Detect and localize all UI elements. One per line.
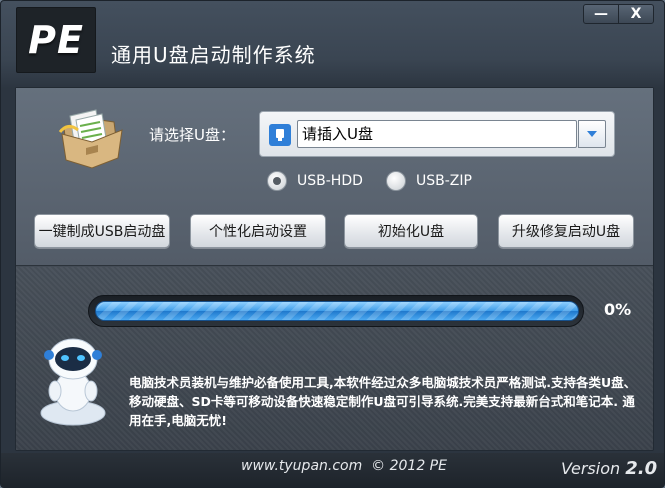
radio-usb-zip-label: USB-ZIP	[416, 173, 472, 189]
chevron-down-icon[interactable]	[578, 120, 606, 148]
title-bar[interactable]: PE 通用U盘启动制作系统 — X	[1, 1, 664, 81]
radio-usb-hdd[interactable]: USB-HDD	[267, 171, 363, 191]
progress-percent: 0%	[604, 300, 632, 319]
window-controls: — X	[583, 4, 654, 24]
progress-bar-fill	[95, 301, 579, 321]
radio-usb-hdd-dot[interactable]	[267, 171, 287, 191]
personalize-boot-button[interactable]: 个性化启动设置	[190, 214, 326, 248]
website-link[interactable]: www.tyupan.com	[241, 458, 362, 474]
upgrade-repair-button[interactable]: 升级修复启动U盘	[498, 214, 634, 248]
usb-select-combobox[interactable]: 请插入U盘	[259, 111, 615, 157]
usb-select-value[interactable]: 请插入U盘	[297, 120, 577, 148]
radio-usb-zip-dot[interactable]	[386, 171, 406, 191]
radio-usb-hdd-label: USB-HDD	[297, 173, 363, 189]
version-prefix: Version	[561, 459, 621, 478]
copyright-text: © 2012 PE	[371, 458, 447, 474]
minimize-button[interactable]: —	[584, 5, 618, 23]
footer-website: www.tyupan.com © 2012 PE	[241, 458, 447, 474]
version-label: Version 2.0	[561, 458, 657, 479]
app-title: 通用U盘启动制作系统	[111, 43, 316, 67]
app-window: PE 通用U盘启动制作系统 — X 请选择U盘： 请插入U盘 USB-HDD U…	[0, 0, 665, 488]
progress-bar	[88, 295, 584, 327]
one-click-create-button[interactable]: 一键制成USB启动盘	[34, 214, 170, 248]
close-button[interactable]: X	[618, 5, 653, 23]
robot-mascot-icon	[40, 338, 106, 426]
folder-icon	[58, 109, 123, 169]
usb-drive-icon	[269, 124, 291, 146]
pe-logo: PE	[16, 7, 96, 73]
description-text: 电脑技术员装机与维护必备使用工具,本软件经过众多电脑城技术员严格测试.支持各类U…	[129, 375, 637, 428]
initialize-usb-button[interactable]: 初始化U盘	[344, 214, 478, 248]
select-usb-label: 请选择U盘：	[149, 126, 235, 144]
radio-usb-zip[interactable]: USB-ZIP	[386, 171, 472, 191]
version-number: 2.0	[625, 458, 658, 479]
